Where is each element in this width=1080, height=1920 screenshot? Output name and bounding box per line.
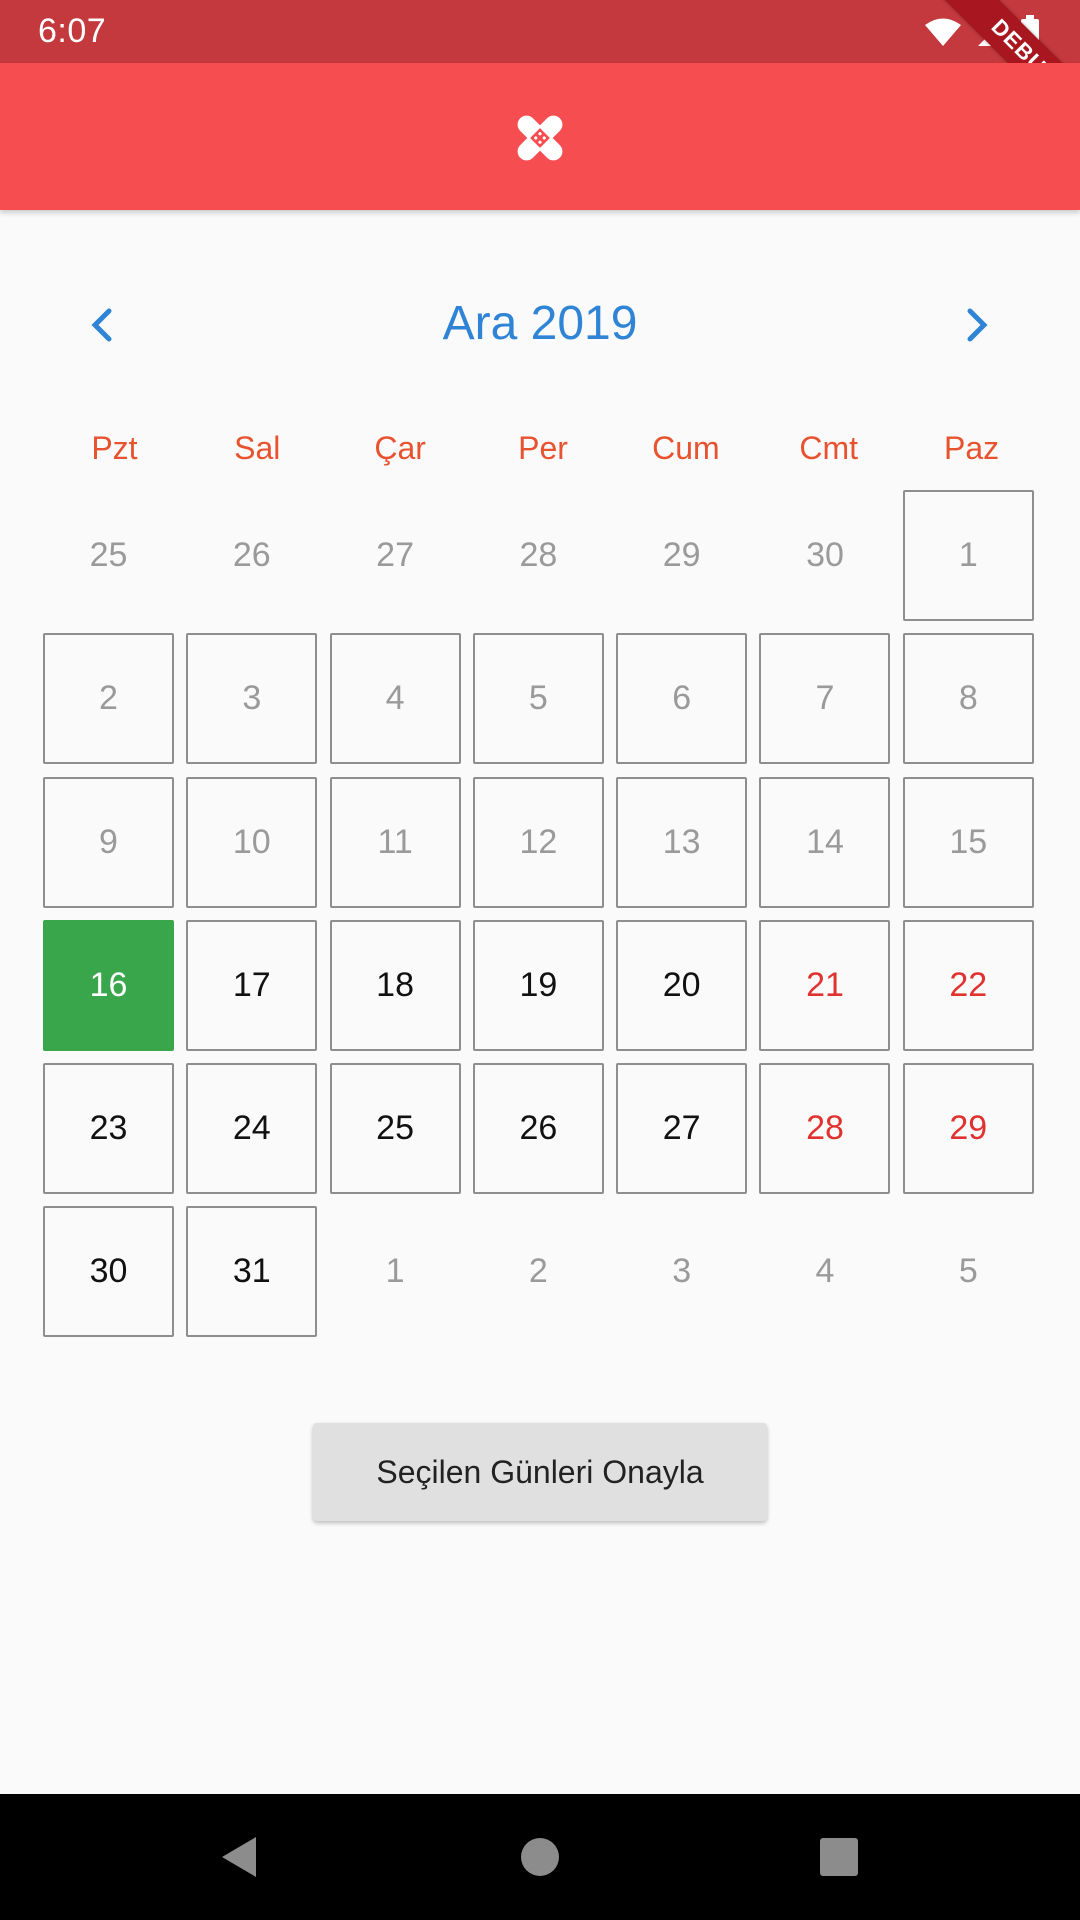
calendar-day[interactable]: 10 [186,776,318,908]
system-navigation-bar [0,1794,1080,1920]
month-title: Ara 2019 [442,297,638,350]
calendar-day[interactable]: 4 [329,633,461,765]
calendar-day[interactable]: 23 [43,1063,174,1195]
calendar-day: 3 [672,1252,692,1291]
calendar-day[interactable]: 1 [902,490,1034,621]
calendar-day: 28 [519,536,558,574]
calendar-day[interactable]: 6 [616,633,748,765]
calendar-day[interactable]: 21 [759,919,891,1051]
calendar-day[interactable]: 9 [43,776,174,908]
calendar-day[interactable]: 17 [186,919,318,1051]
weekday-label: Paz [944,430,1000,466]
calendar-day[interactable]: 22 [902,919,1034,1051]
status-time: 6:07 [38,12,107,50]
calendar-day[interactable]: 27 [616,1063,748,1195]
calendar-day[interactable]: 30 [43,1206,174,1338]
calendar-day[interactable]: 12 [472,776,604,908]
wifi-icon [925,18,961,46]
weekday-label: Per [518,430,568,466]
weekday-label: Cum [652,430,720,466]
calendar-day[interactable]: 3 [186,633,318,765]
weekday-label: Cmt [799,430,859,466]
calendar-day: 1 [385,1252,405,1291]
calendar-day[interactable]: 11 [329,776,461,908]
chevron-right-icon [967,308,988,342]
calendar-day[interactable]: 29 [902,1063,1034,1195]
calendar-day[interactable]: 14 [759,776,891,908]
calendar-day[interactable]: 15 [902,776,1034,908]
calendar-day: 25 [89,536,128,574]
confirm-selected-days-button[interactable]: Seçilen Günleri Onayla [313,1423,767,1521]
bandage-cross-icon [517,115,563,161]
calendar-day[interactable]: 19 [472,919,604,1051]
calendar-day: 5 [958,1252,978,1291]
weekday-label: Sal [234,430,281,466]
calendar-day[interactable]: 7 [759,633,891,765]
calendar-day: 29 [662,536,701,574]
home-icon[interactable] [518,1834,562,1880]
calendar-day[interactable]: 5 [472,633,604,765]
weekday-label: Pzt [91,430,138,466]
status-bar: 6:07 DEBUG [0,0,1080,148]
weekday-label: Çar [374,430,426,466]
calendar-day: 2 [528,1252,548,1291]
calendar-day: 4 [815,1252,835,1291]
calendar-day: 30 [806,536,844,574]
calendar-day[interactable]: 8 [902,633,1034,765]
next-month-button[interactable] [942,290,1012,360]
calendar-day[interactable]: 28 [759,1063,891,1195]
back-icon[interactable] [218,1834,260,1880]
calendar-day[interactable]: 13 [616,776,748,908]
app-bar [0,63,1080,210]
calendar-day[interactable]: 18 [329,919,461,1051]
calendar-day: 26 [232,536,271,574]
calendar-day[interactable]: 31 [186,1206,318,1338]
calendar-day[interactable]: 25 [329,1063,461,1195]
recents-icon[interactable] [818,1834,860,1880]
weekday-header-row: Pzt Sal Çar Per Cum Cmt Paz [43,430,1043,480]
calendar-day[interactable]: 24 [186,1063,318,1195]
calendar-day[interactable]: 2 [43,633,174,765]
calendar-day-today[interactable]: 16 [43,919,174,1051]
calendar-day: 27 [376,536,414,574]
month-header: Ara 2019 [0,290,1080,360]
calendar-day[interactable]: 26 [472,1063,604,1195]
calendar-day[interactable]: 20 [616,919,748,1051]
calendar-day-grid: 25 26 27 28 29 30 1 2 3 4 5 6 7 8 9 10 11 12 13 14 15 16 17 18 1… [43,490,1034,1338]
